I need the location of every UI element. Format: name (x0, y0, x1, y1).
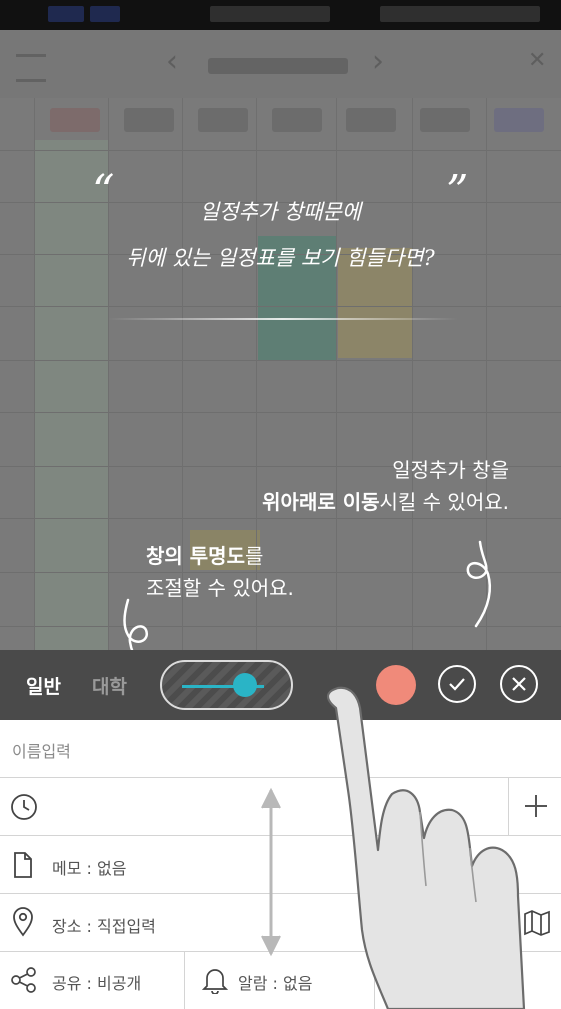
move-updown-arrow (261, 787, 281, 957)
hint-move-rest: 시킬 수 있어요. (379, 490, 509, 514)
document-icon (14, 852, 32, 878)
hint-move-line2: 위아래로 이동시킬 수 있어요. (262, 486, 509, 518)
hint-opacity-line1: 창의 투명도를 (146, 540, 294, 572)
calendar-header: ‹ › ✕ (0, 30, 561, 98)
divider (108, 318, 458, 320)
status-bar (0, 0, 561, 30)
hint-opacity-bold: 창의 투명도 (146, 544, 245, 568)
hint-opacity: 창의 투명도를 조절할 수 있어요. (146, 540, 294, 604)
location-pin-icon (13, 907, 33, 937)
tip-heading-line2: 뒤에 있는 일정표를 보기 힘들다면? (126, 246, 435, 270)
share-icon (11, 967, 36, 993)
place-label: 장소 : 직접입력 (52, 917, 156, 936)
hint-opacity-particle: 를 (244, 544, 264, 568)
tab-college[interactable]: 대학 (92, 672, 127, 699)
tip-heading-line1: 일정추가 창때문에 (199, 200, 362, 224)
hand-pointer-illustration (326, 686, 526, 1009)
hint-move-bold: 위아래로 이동 (262, 490, 380, 514)
opacity-slider[interactable] (160, 660, 293, 710)
share-label[interactable]: 공유 : 비공개 (52, 970, 141, 994)
opacity-slider-knob[interactable] (233, 673, 258, 697)
bell-icon (202, 969, 228, 994)
tab-general[interactable]: 일반 (26, 672, 61, 699)
clock-icon (11, 794, 37, 820)
name-input[interactable]: 이름입력 (12, 738, 71, 762)
memo-label: 메모 : 없음 (52, 859, 127, 878)
hint-move-window: 일정추가 창을 위아래로 이동시킬 수 있어요. (262, 454, 509, 518)
hint-move-line1: 일정추가 창을 (392, 458, 509, 482)
hint-opacity-line2: 조절할 수 있어요. (146, 576, 294, 600)
curl-arrow-right (466, 540, 492, 628)
